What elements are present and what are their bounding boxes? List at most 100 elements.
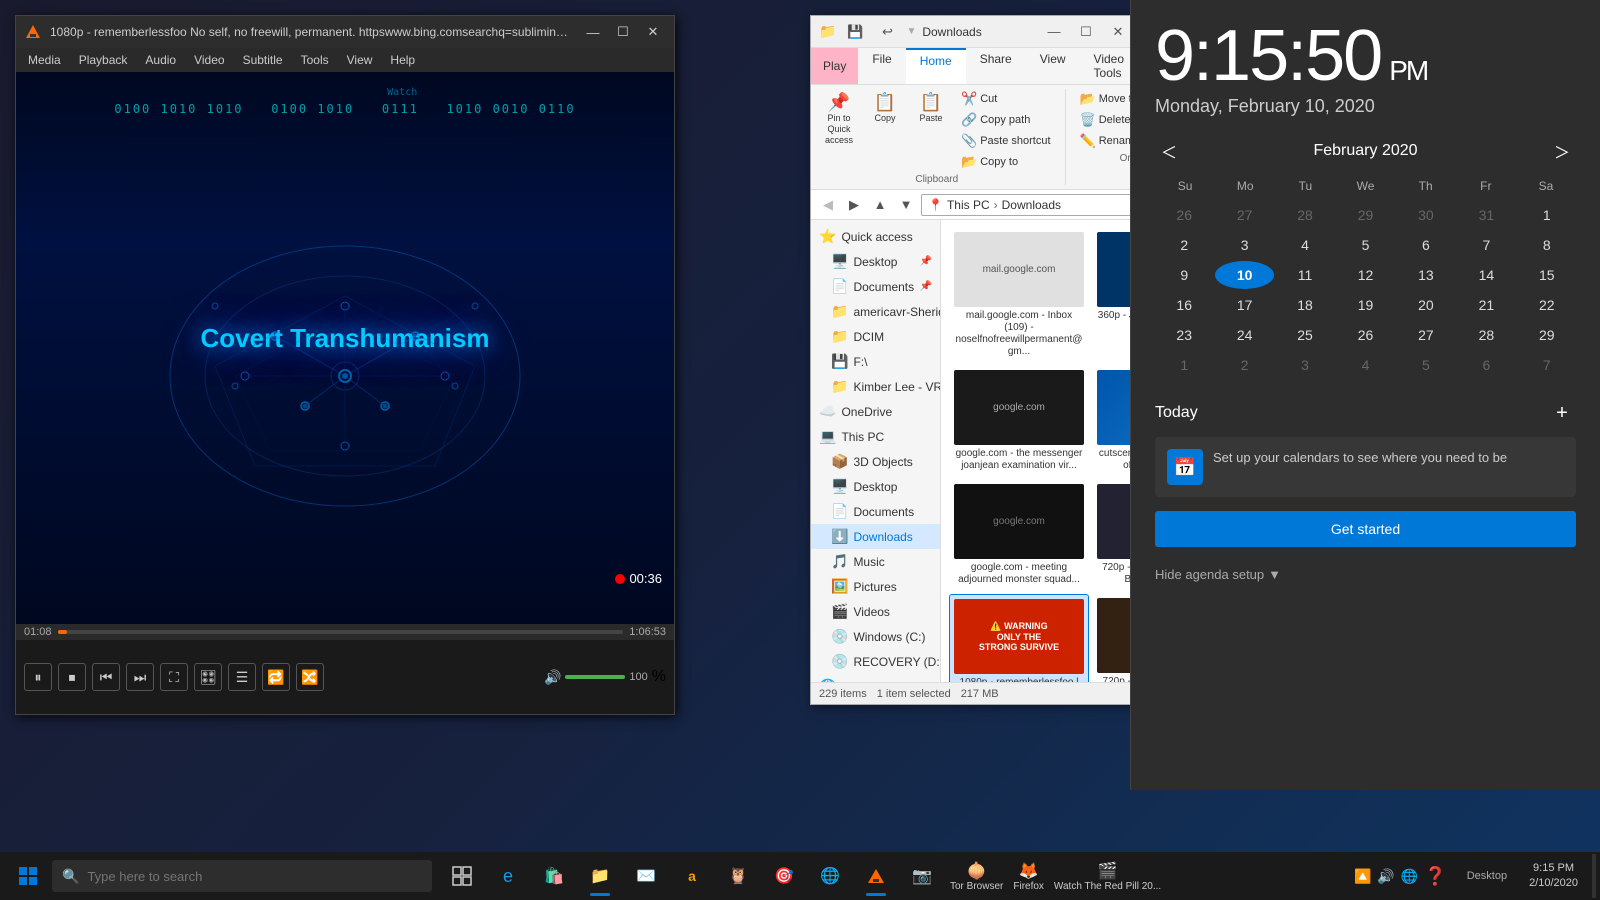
file-item-0[interactable]: mail.google.com mail.google.com - Inbox … <box>949 228 1089 362</box>
sidebar-item-music[interactable]: 🎵 Music <box>811 549 940 574</box>
cal-day-28[interactable]: 28 <box>1457 321 1515 349</box>
taskview-button[interactable] <box>440 854 484 898</box>
cal-day-27[interactable]: 27 <box>1397 321 1455 349</box>
sidebar-item-documents[interactable]: 📄 Documents <box>811 499 940 524</box>
cal-day-4-next[interactable]: 4 <box>1336 351 1394 379</box>
ribbon-copy-to-button[interactable]: 📂 Copy to <box>955 152 1057 172</box>
cal-day-5-next[interactable]: 5 <box>1397 351 1455 379</box>
tray-speaker-icon[interactable]: 🔊 <box>1377 868 1394 885</box>
tor-browser-taskbar-item[interactable]: 🧅 Tor Browser <box>946 859 1007 894</box>
vlc-random-button[interactable]: 🔀 <box>296 663 324 691</box>
explorer-back-button[interactable]: ◀ <box>817 194 839 216</box>
calendar-prev-button[interactable]: ＜ <box>1155 137 1183 165</box>
calendar-next-button[interactable]: ＞ <box>1548 137 1576 165</box>
ribbon-tab-home[interactable]: Home <box>906 48 966 84</box>
cal-day-26-prev[interactable]: 26 <box>1155 201 1213 229</box>
cal-day-27-prev[interactable]: 27 <box>1215 201 1273 229</box>
vlc-menu-help[interactable]: Help <box>382 51 423 69</box>
sidebar-item-network[interactable]: 🌐 Network <box>811 674 940 682</box>
cal-day-1-next[interactable]: 1 <box>1155 351 1213 379</box>
cal-day-1[interactable]: 1 <box>1518 201 1576 229</box>
vlc-taskbar-button[interactable] <box>854 854 898 898</box>
vlc-menu-view[interactable]: View <box>339 51 381 69</box>
explorer-maximize-button[interactable]: ☐ <box>1073 21 1099 43</box>
sidebar-item-desktop-pinned[interactable]: 🖥️ Desktop 📌 <box>811 249 940 274</box>
sidebar-item-onedrive[interactable]: ☁️ OneDrive <box>811 399 940 424</box>
vlc-loop-button[interactable]: 🔁 <box>262 663 290 691</box>
taskbar-clock[interactable]: 9:15 PM 2/10/2020 <box>1519 861 1588 892</box>
show-desktop-button[interactable] <box>1592 854 1596 898</box>
vlc-stop-button[interactable]: ⏹ <box>58 663 86 691</box>
file-item-6[interactable]: ⚠️ WARNINGONLY THESTRONG SURVIVE 1080p -… <box>949 594 1089 682</box>
explorer-recent-button[interactable]: ▼ <box>895 194 917 216</box>
cal-day-6-next[interactable]: 6 <box>1457 351 1515 379</box>
cal-day-29[interactable]: 29 <box>1518 321 1576 349</box>
tray-expand-icon[interactable]: 🔼 <box>1354 868 1371 885</box>
cal-day-3-next[interactable]: 3 <box>1276 351 1334 379</box>
vlc-volume-control[interactable]: 🔊 100% <box>544 668 666 686</box>
watch-film-taskbar-item[interactable]: 🎬 Watch The Red Pill 20... <box>1050 859 1165 894</box>
vlc-video-content[interactable]: 0100 1010 1010 0100 1010 0111 1010 0010 … <box>16 72 674 624</box>
vlc-playlist-button[interactable]: ☰ <box>228 663 256 691</box>
vlc-menu-subtitle[interactable]: Subtitle <box>235 51 291 69</box>
file-item-2[interactable]: google.com google.com - the messenger jo… <box>949 366 1089 476</box>
tray-helpdesk-icon[interactable]: ❓ <box>1424 866 1446 887</box>
mail-button[interactable]: ✉️ <box>624 854 668 898</box>
explorer-address-path[interactable]: 📍 This PC › Downloads <box>921 194 1133 216</box>
sidebar-item-videos[interactable]: 🎬 Videos <box>811 599 940 624</box>
sidebar-item-pictures[interactable]: 🖼️ Pictures <box>811 574 940 599</box>
vlc-minimize-button[interactable]: — <box>580 21 606 43</box>
sidebar-item-windows-c[interactable]: 💿 Windows (C:) <box>811 624 940 649</box>
sidebar-item-this-pc[interactable]: 💻 This PC <box>811 424 940 449</box>
taskbar-search-box[interactable]: 🔍 <box>52 860 432 892</box>
cal-day-2-next[interactable]: 2 <box>1215 351 1273 379</box>
explorer-up-button[interactable]: ▲ <box>869 194 891 216</box>
explorer-minimize-button[interactable]: — <box>1041 21 1067 43</box>
sidebar-item-documents-pinned[interactable]: 📄 Documents 📌 <box>811 274 940 299</box>
vlc-next-button[interactable]: ⏭ <box>126 663 154 691</box>
vlc-extended-button[interactable]: 🎛 <box>194 663 222 691</box>
cal-day-4[interactable]: 4 <box>1276 231 1334 259</box>
ribbon-copy-path-button[interactable]: 🔗 Copy path <box>955 110 1057 130</box>
app7-button[interactable]: 🎯 <box>762 854 806 898</box>
cal-day-30-prev[interactable]: 30 <box>1397 201 1455 229</box>
vlc-menu-video[interactable]: Video <box>186 51 232 69</box>
vlc-progress-track[interactable] <box>58 630 624 634</box>
vlc-prev-button[interactable]: ⏮ <box>92 663 120 691</box>
cal-day-8[interactable]: 8 <box>1518 231 1576 259</box>
cal-day-6[interactable]: 6 <box>1397 231 1455 259</box>
cal-day-2[interactable]: 2 <box>1155 231 1213 259</box>
hide-agenda-button[interactable]: Hide agenda setup ▼ <box>1155 567 1576 582</box>
start-button[interactable] <box>4 852 52 900</box>
cal-day-7[interactable]: 7 <box>1457 231 1515 259</box>
cal-day-5[interactable]: 5 <box>1336 231 1394 259</box>
vlc-volume-bar[interactable] <box>565 675 625 679</box>
cal-day-10-today[interactable]: 10 <box>1215 261 1273 289</box>
vlc-progress-container[interactable]: 01:08 1:06:53 <box>16 624 674 640</box>
vlc-pause-button[interactable]: ⏸ <box>24 663 52 691</box>
sidebar-item-downloads[interactable]: ⬇️ Downloads <box>811 524 940 549</box>
cal-day-19[interactable]: 19 <box>1336 291 1394 319</box>
cal-day-24[interactable]: 24 <box>1215 321 1273 349</box>
sidebar-item-recovery-d[interactable]: 💿 RECOVERY (D:) <box>811 649 940 674</box>
sidebar-item-f-drive[interactable]: 💾 F:\ <box>811 349 940 374</box>
get-started-button[interactable]: Get started <box>1155 511 1576 547</box>
camera-button[interactable]: 📷 <box>900 854 944 898</box>
cal-day-20[interactable]: 20 <box>1397 291 1455 319</box>
cal-day-17[interactable]: 17 <box>1215 291 1273 319</box>
sidebar-item-dcim[interactable]: 📁 DCIM <box>811 324 940 349</box>
ribbon-paste-shortcut-button[interactable]: 📎 Paste shortcut <box>955 131 1057 151</box>
explorer-undo-btn[interactable]: ↩ <box>874 21 900 43</box>
file-item-4[interactable]: google.com google.com - meeting adjourne… <box>949 480 1089 590</box>
cal-day-13[interactable]: 13 <box>1397 261 1455 289</box>
taskbar-search-input[interactable] <box>87 869 422 884</box>
cal-day-3[interactable]: 3 <box>1215 231 1273 259</box>
file-explorer-taskbar-button[interactable]: 📁 <box>578 854 622 898</box>
cal-day-26[interactable]: 26 <box>1336 321 1394 349</box>
sidebar-item-desktop[interactable]: 🖥️ Desktop <box>811 474 940 499</box>
ribbon-paste-button[interactable]: 📋 Paste <box>909 89 953 172</box>
cal-day-21[interactable]: 21 <box>1457 291 1515 319</box>
vlc-menu-tools[interactable]: Tools <box>293 51 337 69</box>
cal-day-25[interactable]: 25 <box>1276 321 1334 349</box>
store-button[interactable]: 🛍️ <box>532 854 576 898</box>
